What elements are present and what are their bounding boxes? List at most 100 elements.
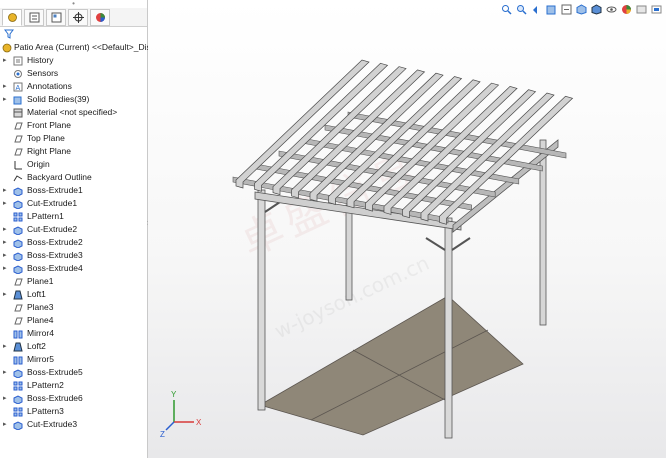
feature-manager-panel: • Patio Area (Current) <<Default>_Dis ▸ H… xyxy=(0,0,151,458)
tree-item-label: Solid Bodies(39) xyxy=(27,94,90,104)
tree-item-label: Plane4 xyxy=(27,315,54,325)
view-settings-icon[interactable] xyxy=(650,3,662,15)
tree-item[interactable]: ▸ Loft2 xyxy=(0,340,147,353)
tree-item[interactable]: ▸ Cut-Extrude2 xyxy=(0,223,147,236)
plane-icon xyxy=(13,303,23,313)
dynamic-annotation-icon[interactable] xyxy=(560,3,572,15)
extrude-icon xyxy=(13,394,23,405)
sketch-icon xyxy=(13,173,23,183)
pattern-icon xyxy=(13,381,23,391)
tree-item-label: LPattern1 xyxy=(27,211,64,221)
tree-item-label: Material <not specified> xyxy=(27,107,118,117)
tree-item-label: Mirror5 xyxy=(27,354,54,364)
tree-item-label: Boss-Extrude3 xyxy=(27,250,83,260)
tree-item[interactable]: Sensors xyxy=(0,67,147,80)
pergola-model[interactable] xyxy=(148,0,666,458)
tree-item-label: Boss-Extrude1 xyxy=(27,185,83,195)
mirror-icon xyxy=(13,329,23,339)
tree-item[interactable]: ▸ Cut-Extrude3 xyxy=(0,418,147,431)
filter-row xyxy=(0,27,147,41)
previous-view-icon[interactable] xyxy=(530,3,542,15)
expand-arrow-icon[interactable]: ▸ xyxy=(3,249,9,262)
tree-item[interactable]: ▸ Boss-Extrude4 xyxy=(0,262,147,275)
tree-item[interactable]: Origin xyxy=(0,158,147,171)
zoom-to-fit-icon[interactable] xyxy=(500,3,512,15)
tree-item[interactable]: Top Plane xyxy=(0,132,147,145)
tree-item[interactable]: Front Plane xyxy=(0,119,147,132)
dimxpert-tab[interactable] xyxy=(68,8,88,26)
display-style-icon[interactable] xyxy=(590,3,602,15)
tree-item-label: Front Plane xyxy=(27,120,71,130)
expand-arrow-icon[interactable]: ▸ xyxy=(3,288,9,301)
tree-item[interactable]: ▸ Solid Bodies(39) xyxy=(0,93,147,106)
feature-tree: Patio Area (Current) <<Default>_Dis ▸ His… xyxy=(0,41,151,431)
x-axis-label: X xyxy=(196,418,202,427)
expand-arrow-icon[interactable]: ▸ xyxy=(3,80,9,93)
panel-grip-icon[interactable]: • xyxy=(0,0,147,8)
tree-item[interactable]: ▸ History xyxy=(0,54,147,67)
property-icon xyxy=(29,12,39,22)
tree-item[interactable]: ▸ Loft1 xyxy=(0,288,147,301)
expand-arrow-icon[interactable]: ▸ xyxy=(3,223,9,236)
tree-item-label: Cut-Extrude1 xyxy=(27,198,78,208)
z-axis-line xyxy=(165,421,175,431)
tree-item[interactable]: ▸ Boss-Extrude2 xyxy=(0,236,147,249)
expand-arrow-icon[interactable]: ▸ xyxy=(3,262,9,275)
tree-item[interactable]: ▸ Boss-Extrude6 xyxy=(0,392,147,405)
extrude-icon xyxy=(13,238,23,249)
configuration-manager-tab[interactable] xyxy=(46,8,66,26)
zoom-area-icon[interactable] xyxy=(515,3,527,15)
expand-arrow-icon[interactable]: ▸ xyxy=(3,236,9,249)
tree-item[interactable]: LPattern3 xyxy=(0,405,147,418)
expand-arrow-icon[interactable]: ▸ xyxy=(3,418,9,431)
tree-item[interactable]: ▸ Boss-Extrude3 xyxy=(0,249,147,262)
tree-item-label: Loft1 xyxy=(27,289,46,299)
expand-arrow-icon[interactable]: ▸ xyxy=(3,392,9,405)
scene-icon[interactable] xyxy=(635,3,647,15)
tree-item[interactable]: ▸ Boss-Extrude5 xyxy=(0,366,147,379)
tree-item[interactable]: Right Plane xyxy=(0,145,147,158)
property-manager-tab[interactable] xyxy=(24,8,44,26)
view-orientation-icon[interactable] xyxy=(575,3,587,15)
tree-root[interactable]: Patio Area (Current) <<Default>_Dis xyxy=(0,41,151,54)
section-view-icon[interactable] xyxy=(545,3,557,15)
tree-item-label: Cut-Extrude3 xyxy=(27,419,78,429)
expand-arrow-icon[interactable]: ▸ xyxy=(3,366,9,379)
tree-item[interactable]: ▸ A Annotations xyxy=(0,80,147,93)
tree-item[interactable]: ▸ Boss-Extrude1 xyxy=(0,184,147,197)
solid-bodies-icon xyxy=(13,95,23,105)
tree-item-label: Annotations xyxy=(27,81,72,91)
plane-icon xyxy=(13,121,23,131)
tree-item-label: LPattern3 xyxy=(27,406,64,416)
tree-item-label: Backyard Outline xyxy=(27,172,92,182)
tree-item[interactable]: Plane1 xyxy=(0,275,147,288)
heads-up-toolbar xyxy=(500,2,662,16)
tree-item[interactable]: Backyard Outline xyxy=(0,171,147,184)
filter-icon[interactable] xyxy=(4,29,14,39)
tree-item[interactable]: Plane4 xyxy=(0,314,147,327)
display-manager-tab[interactable] xyxy=(90,8,110,26)
expand-arrow-icon[interactable]: ▸ xyxy=(3,54,9,67)
edit-appearance-icon[interactable] xyxy=(620,3,632,15)
tree-item[interactable]: LPattern2 xyxy=(0,379,147,392)
extrude-icon xyxy=(13,199,23,210)
z-axis-label: Z xyxy=(160,430,165,438)
expand-arrow-icon[interactable]: ▸ xyxy=(3,197,9,210)
tree-item-label: Loft2 xyxy=(27,341,46,351)
tree-item[interactable]: Material <not specified> xyxy=(0,106,147,119)
expand-arrow-icon[interactable]: ▸ xyxy=(3,93,9,106)
tree-item[interactable]: ▸ Cut-Extrude1 xyxy=(0,197,147,210)
graphics-area[interactable]: 卓盛信息 w-joyson.com.cn xyxy=(148,0,666,458)
hide-show-icon[interactable] xyxy=(605,3,617,15)
tree-item[interactable]: Mirror5 xyxy=(0,353,147,366)
material-icon xyxy=(13,108,23,118)
tree-item[interactable]: Mirror4 xyxy=(0,327,147,340)
expand-arrow-icon[interactable]: ▸ xyxy=(3,340,9,353)
tree-item[interactable]: Plane3 xyxy=(0,301,147,314)
extrude-icon xyxy=(13,186,23,197)
extrude-icon xyxy=(13,420,23,431)
feature-manager-tab[interactable] xyxy=(2,8,22,26)
tree-item[interactable]: LPattern1 xyxy=(0,210,147,223)
expand-arrow-icon[interactable]: ▸ xyxy=(3,184,9,197)
origin-icon xyxy=(13,160,23,170)
